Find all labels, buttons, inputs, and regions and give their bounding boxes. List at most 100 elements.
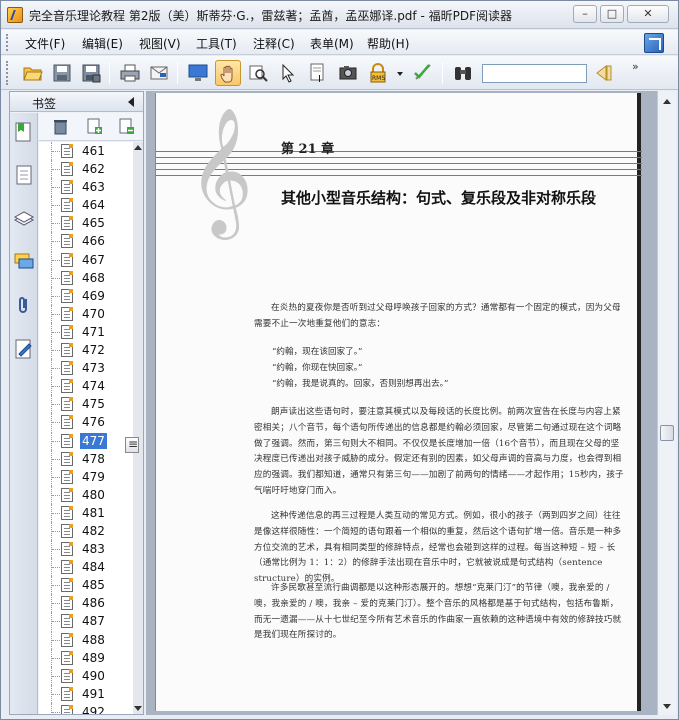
- bookmark-item[interactable]: 483: [39, 540, 133, 559]
- document-view: 𝄞 第 21 章 其他小型音乐结构：句式、复乐段及非对称乐段 在炎热的夏夜你是否…: [146, 91, 657, 715]
- menu-tools[interactable]: 工具(T): [196, 35, 237, 52]
- rms-dropdown-icon[interactable]: [397, 72, 403, 76]
- bookmark-item[interactable]: 488: [39, 630, 133, 649]
- bookmark-item[interactable]: 486: [39, 594, 133, 613]
- expand-bookmark-icon[interactable]: [118, 118, 135, 135]
- bookmark-item[interactable]: 474: [39, 377, 133, 396]
- layers-tab-icon[interactable]: [13, 208, 35, 230]
- page-bookmark-icon: [61, 668, 73, 683]
- page-bookmark-icon: [61, 324, 73, 339]
- bookmark-label: 478: [82, 451, 105, 466]
- bookmark-item[interactable]: 484: [39, 558, 133, 577]
- scroll-up-icon[interactable]: [663, 99, 671, 104]
- open-icon[interactable]: [20, 60, 46, 86]
- save-as-icon[interactable]: [78, 60, 104, 86]
- bookmark-item[interactable]: 462: [39, 160, 133, 179]
- signatures-tab-icon[interactable]: [13, 338, 35, 360]
- panel-splitter-handle[interactable]: [125, 437, 139, 453]
- bookmark-item[interactable]: 467: [39, 250, 133, 269]
- bookmark-item[interactable]: 473: [39, 359, 133, 378]
- scroll-up-icon[interactable]: [134, 145, 142, 150]
- attachments-tab-icon[interactable]: [13, 294, 35, 316]
- bookmark-item[interactable]: 470: [39, 304, 133, 323]
- maximize-button[interactable]: □: [600, 5, 624, 23]
- minimize-button[interactable]: –: [573, 5, 597, 23]
- bookmark-item[interactable]: 482: [39, 521, 133, 540]
- collapse-panel-icon[interactable]: [128, 97, 134, 107]
- bookmark-list: 461 462 463 464 465 466 467 468 469 470 471 472 473 4…: [39, 142, 133, 714]
- bookmark-item[interactable]: 472: [39, 341, 133, 360]
- select-icon[interactable]: [275, 60, 301, 86]
- tree-connector: [51, 576, 61, 595]
- tree-connector: [51, 178, 61, 197]
- comments-tab-icon[interactable]: [13, 251, 35, 273]
- bookmark-label: 466: [82, 234, 105, 249]
- bookmark-item[interactable]: 476: [39, 413, 133, 432]
- menu-help[interactable]: 帮助(H): [367, 35, 409, 52]
- bookmark-item[interactable]: 475: [39, 395, 133, 414]
- bookmark-item[interactable]: 477: [39, 431, 133, 450]
- scroll-down-icon[interactable]: [134, 706, 142, 711]
- bookmark-label: 473: [82, 361, 105, 376]
- bookmarks-tab-icon[interactable]: [13, 121, 35, 143]
- bookmark-item[interactable]: 479: [39, 467, 133, 486]
- svg-text:I: I: [318, 74, 321, 83]
- title-bar: 完全音乐理论教程 第2版（美）斯蒂芬·G.，雷兹著；孟酋，孟巫娜译.pdf - …: [1, 1, 678, 29]
- document-scrollbar[interactable]: [657, 91, 676, 715]
- bookmark-label: 481: [82, 505, 105, 520]
- save-icon[interactable]: [49, 60, 75, 86]
- delete-bookmark-icon[interactable]: [52, 118, 69, 135]
- email-icon[interactable]: [146, 60, 172, 86]
- check-icon[interactable]: [410, 60, 436, 86]
- bookmark-item[interactable]: 492: [39, 702, 133, 714]
- toolbar-overflow-button[interactable]: »: [632, 60, 639, 73]
- bookmark-item[interactable]: 461: [39, 142, 133, 160]
- page-bookmark-icon: [61, 252, 73, 267]
- menu-comments[interactable]: 注释(C): [253, 35, 295, 52]
- menu-file[interactable]: 文件(F): [25, 35, 65, 52]
- bookmark-item[interactable]: 464: [39, 196, 133, 215]
- bookmark-item[interactable]: 466: [39, 232, 133, 251]
- bookmark-label: 491: [82, 686, 105, 701]
- body-paragraph: 朗声读出这些语句时，要注意其模式以及每段话的长度比例。前两次宣告在长度与内容上紧…: [254, 407, 624, 496]
- page-bookmark-icon: [61, 523, 73, 538]
- rms-icon[interactable]: RMS: [365, 60, 391, 86]
- binoculars-icon[interactable]: [450, 60, 476, 86]
- bookmark-item[interactable]: 478: [39, 449, 133, 468]
- bookmark-item[interactable]: 490: [39, 666, 133, 685]
- bookmark-item[interactable]: 489: [39, 648, 133, 667]
- bookmark-item[interactable]: 468: [39, 268, 133, 287]
- panel-header: 书签: [10, 92, 143, 112]
- menu-forms[interactable]: 表单(M): [310, 35, 354, 52]
- new-bookmark-icon[interactable]: [86, 118, 103, 135]
- pages-tab-icon[interactable]: [13, 164, 35, 186]
- fullscreen-icon[interactable]: [185, 60, 211, 86]
- bookmark-item[interactable]: 469: [39, 286, 133, 305]
- search-input[interactable]: [482, 64, 587, 83]
- print-icon[interactable]: [117, 60, 143, 86]
- bookmark-label: 490: [82, 668, 105, 683]
- close-button[interactable]: ✕: [627, 5, 669, 23]
- page-bookmark-icon: [61, 578, 73, 593]
- quote-line: “约翰，你现在快回家。”: [272, 363, 363, 373]
- bookmark-item[interactable]: 481: [39, 503, 133, 522]
- bookmark-item[interactable]: 485: [39, 576, 133, 595]
- snapshot-icon[interactable]: [335, 60, 361, 86]
- find-next-icon[interactable]: [591, 60, 617, 86]
- bookmark-item[interactable]: 480: [39, 485, 133, 504]
- menu-edit[interactable]: 编辑(E): [82, 35, 123, 52]
- restore-layout-icon[interactable]: [644, 33, 664, 53]
- bookmark-item[interactable]: 471: [39, 322, 133, 341]
- bookmark-label: 465: [82, 216, 105, 231]
- bookmark-item[interactable]: 463: [39, 178, 133, 197]
- bookmark-scrollbar[interactable]: [133, 142, 143, 714]
- bookmark-item[interactable]: 491: [39, 684, 133, 703]
- zoom-icon[interactable]: [245, 60, 271, 86]
- scroll-thumb[interactable]: [660, 425, 674, 441]
- scroll-down-icon[interactable]: [663, 704, 671, 709]
- hand-tool-icon[interactable]: [215, 60, 241, 86]
- bookmark-item[interactable]: 465: [39, 214, 133, 233]
- text-select-icon[interactable]: I: [305, 60, 331, 86]
- bookmark-item[interactable]: 487: [39, 612, 133, 631]
- menu-view[interactable]: 视图(V): [139, 35, 181, 52]
